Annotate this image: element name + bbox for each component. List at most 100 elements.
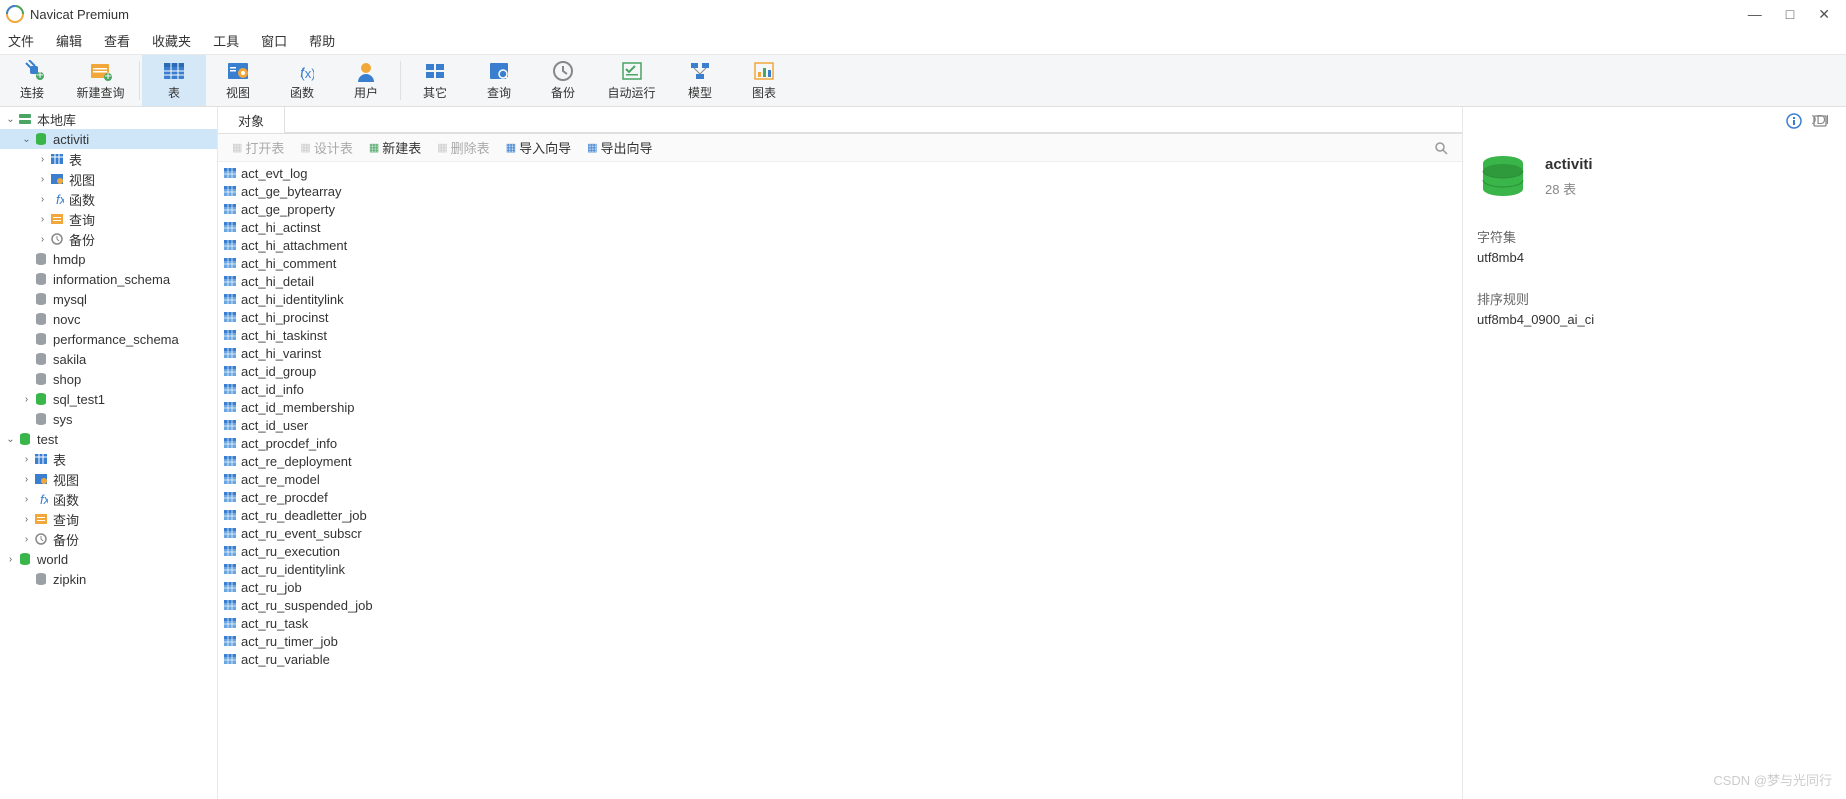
table-row[interactable]: act_id_user	[222, 416, 1458, 434]
table-row[interactable]: act_hi_actinst	[222, 218, 1458, 236]
expand-icon[interactable]: ›	[20, 394, 33, 405]
objbar-export[interactable]: ▦导出向导	[581, 136, 658, 159]
menu-3[interactable]: 收藏夹	[152, 31, 191, 50]
table-row[interactable]: act_id_membership	[222, 398, 1458, 416]
table-row[interactable]: act_hi_procinst	[222, 308, 1458, 326]
objbar-import[interactable]: ▦导入向导	[500, 136, 577, 159]
expand-icon[interactable]: ›	[20, 514, 33, 525]
tree-视图[interactable]: ›视图	[0, 469, 217, 489]
menu-0[interactable]: 文件	[8, 31, 34, 50]
tree-mysql[interactable]: mysql	[0, 289, 217, 309]
expand-icon[interactable]: ›	[20, 454, 33, 465]
toolbar-label: 用户	[354, 84, 378, 101]
tree-查询[interactable]: ›查询	[0, 509, 217, 529]
expand-icon[interactable]: ›	[4, 554, 17, 565]
tree-novc[interactable]: novc	[0, 309, 217, 329]
table-row[interactable]: act_hi_identitylink	[222, 290, 1458, 308]
toolbar-backup[interactable]: 备份	[531, 55, 595, 106]
tree-information_schema[interactable]: information_schema	[0, 269, 217, 289]
tree-world[interactable]: ›world	[0, 549, 217, 569]
table-row[interactable]: act_ru_execution	[222, 542, 1458, 560]
table-row[interactable]: act_hi_varinst	[222, 344, 1458, 362]
expand-icon[interactable]: ›	[36, 214, 49, 225]
toolbar-other[interactable]: 其它	[403, 55, 467, 106]
table-row[interactable]: act_evt_log	[222, 164, 1458, 182]
tree-查询[interactable]: ›查询	[0, 209, 217, 229]
table-icon	[222, 309, 238, 325]
menu-5[interactable]: 窗口	[261, 31, 287, 50]
table-row[interactable]: act_procdef_info	[222, 434, 1458, 452]
table-row[interactable]: act_ru_timer_job	[222, 632, 1458, 650]
toolbar-view[interactable]: 视图	[206, 55, 270, 106]
expand-icon[interactable]: ⌄	[4, 114, 17, 125]
tree-备份[interactable]: ›备份	[0, 229, 217, 249]
toolbar-new-query[interactable]: +新建查询	[64, 55, 137, 106]
objbar-new-table[interactable]: ▦新建表	[363, 136, 427, 159]
expand-icon[interactable]: ›	[36, 174, 49, 185]
menu-1[interactable]: 编辑	[56, 31, 82, 50]
table-row[interactable]: act_ru_task	[222, 614, 1458, 632]
search-icon[interactable]	[1434, 141, 1454, 155]
tree-sakila[interactable]: sakila	[0, 349, 217, 369]
table-row[interactable]: act_re_model	[222, 470, 1458, 488]
menu-6[interactable]: 帮助	[309, 31, 335, 50]
tree-函数[interactable]: ›fx函数	[0, 489, 217, 509]
toolbar-chart[interactable]: 图表	[732, 55, 796, 106]
minimize-button[interactable]: —	[1748, 6, 1762, 23]
table-row[interactable]: act_ru_identitylink	[222, 560, 1458, 578]
tree-performance_schema[interactable]: performance_schema	[0, 329, 217, 349]
ddl-icon[interactable]: DDL	[1812, 113, 1828, 129]
table-row[interactable]: act_re_deployment	[222, 452, 1458, 470]
tree-函数[interactable]: ›fx函数	[0, 189, 217, 209]
menu-4[interactable]: 工具	[213, 31, 239, 50]
tree-表[interactable]: ›表	[0, 449, 217, 469]
expand-icon[interactable]: ›	[36, 154, 49, 165]
tree-zipkin[interactable]: zipkin	[0, 569, 217, 589]
table-row[interactable]: act_id_info	[222, 380, 1458, 398]
table-row[interactable]: act_hi_detail	[222, 272, 1458, 290]
table-row[interactable]: act_hi_comment	[222, 254, 1458, 272]
toolbar-function[interactable]: f(x)函数	[270, 55, 334, 106]
tree-sys[interactable]: sys	[0, 409, 217, 429]
expand-icon[interactable]: ›	[20, 474, 33, 485]
table-row[interactable]: act_ru_variable	[222, 650, 1458, 668]
expand-icon[interactable]: ›	[36, 194, 49, 205]
menu-2[interactable]: 查看	[104, 31, 130, 50]
tree-本地库[interactable]: ⌄本地库	[0, 109, 217, 129]
table-list[interactable]: act_evt_logact_ge_bytearrayact_ge_proper…	[218, 162, 1462, 799]
tree-备份[interactable]: ›备份	[0, 529, 217, 549]
connection-tree[interactable]: ⌄本地库⌄activiti›表›视图›fx函数›查询›备份hmdpinforma…	[0, 107, 218, 799]
expand-icon[interactable]: ⌄	[4, 434, 17, 445]
table-row[interactable]: act_ru_deadletter_job	[222, 506, 1458, 524]
toolbar-query[interactable]: 查询	[467, 55, 531, 106]
table-row[interactable]: act_ge_property	[222, 200, 1458, 218]
toolbar-model[interactable]: 模型	[668, 55, 732, 106]
tree-视图[interactable]: ›视图	[0, 169, 217, 189]
table-row[interactable]: act_ru_job	[222, 578, 1458, 596]
toolbar-table[interactable]: 表	[142, 55, 206, 106]
tree-activiti[interactable]: ⌄activiti	[0, 129, 217, 149]
expand-icon[interactable]: ›	[20, 534, 33, 545]
info-icon[interactable]	[1786, 113, 1802, 129]
tree-shop[interactable]: shop	[0, 369, 217, 389]
table-row[interactable]: act_ge_bytearray	[222, 182, 1458, 200]
tab-objects[interactable]: 对象	[218, 107, 285, 133]
table-row[interactable]: act_re_procdef	[222, 488, 1458, 506]
close-button[interactable]: ✕	[1818, 6, 1830, 23]
table-row[interactable]: act_ru_suspended_job	[222, 596, 1458, 614]
tree-表[interactable]: ›表	[0, 149, 217, 169]
toolbar-user[interactable]: 用户	[334, 55, 398, 106]
table-row[interactable]: act_ru_event_subscr	[222, 524, 1458, 542]
toolbar-auto[interactable]: 自动运行	[595, 55, 668, 106]
table-row[interactable]: act_hi_taskinst	[222, 326, 1458, 344]
tree-sql_test1[interactable]: ›sql_test1	[0, 389, 217, 409]
table-row[interactable]: act_hi_attachment	[222, 236, 1458, 254]
expand-icon[interactable]: ›	[20, 494, 33, 505]
expand-icon[interactable]: ⌄	[20, 134, 33, 145]
tree-hmdp[interactable]: hmdp	[0, 249, 217, 269]
toolbar-connect[interactable]: +连接	[0, 55, 64, 106]
tree-test[interactable]: ⌄test	[0, 429, 217, 449]
maximize-button[interactable]: □	[1786, 6, 1794, 23]
expand-icon[interactable]: ›	[36, 234, 49, 245]
table-row[interactable]: act_id_group	[222, 362, 1458, 380]
